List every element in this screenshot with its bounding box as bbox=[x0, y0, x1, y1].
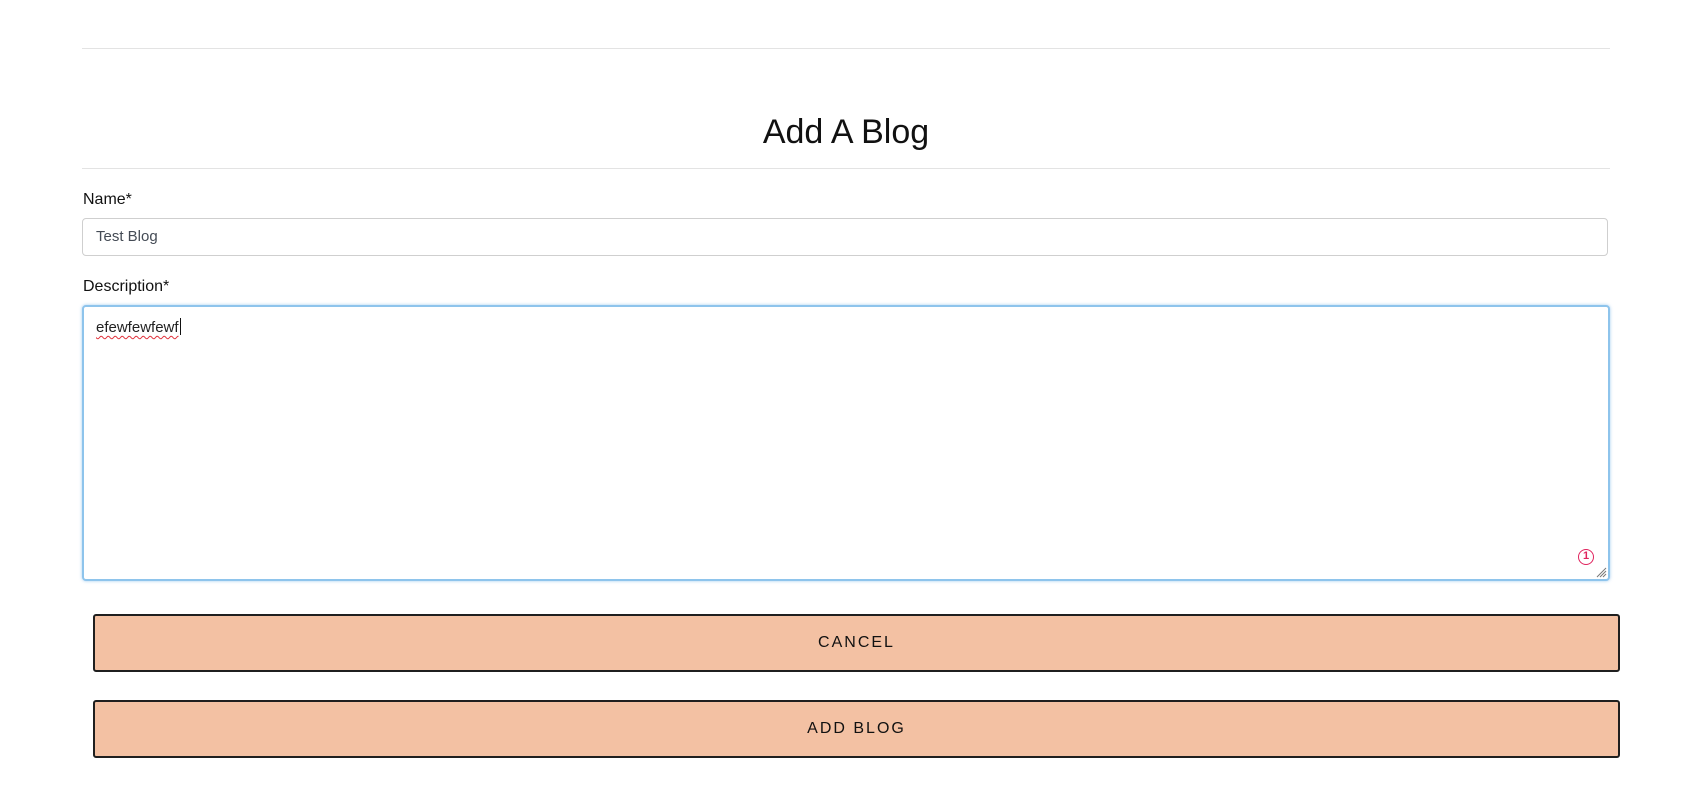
page-title: Add A Blog bbox=[762, 113, 930, 151]
add-blog-page: Add A Blog Name* Test Blog Description* … bbox=[0, 0, 1706, 788]
description-textarea[interactable]: efewfewfewf 1 bbox=[82, 305, 1610, 581]
cancel-button[interactable]: CANCEL bbox=[93, 614, 1620, 672]
top-divider bbox=[82, 48, 1610, 49]
name-label: Name* bbox=[83, 191, 132, 208]
add-blog-button[interactable]: ADD BLOG bbox=[93, 700, 1620, 758]
name-input[interactable]: Test Blog bbox=[82, 218, 1608, 256]
resize-handle-icon[interactable] bbox=[1595, 566, 1607, 578]
text-caret bbox=[179, 318, 181, 335]
description-label: Description* bbox=[83, 278, 170, 295]
grammar-check-icon[interactable]: 1 bbox=[1578, 549, 1594, 565]
description-text: efewfewfewf bbox=[96, 319, 179, 336]
title-divider bbox=[82, 168, 1610, 169]
